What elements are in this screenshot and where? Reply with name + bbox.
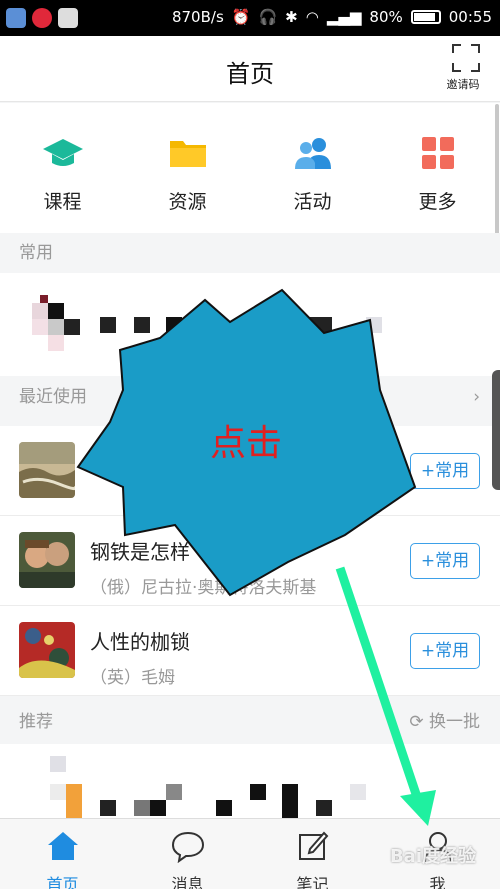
notification-icons — [6, 8, 78, 28]
tab-home[interactable]: 首页 — [0, 819, 125, 889]
graduation-cap-icon — [42, 139, 83, 166]
status-bar: 870B/s ⏰ 🎧 ✱ ◠ ▂▄▆ 80% 00:55 — [0, 0, 500, 36]
invite-code-label: 邀请码 — [446, 78, 480, 91]
quick-nav-label: 活动 — [293, 191, 332, 213]
wifi-icon: ◠ — [305, 8, 319, 26]
edge-handle[interactable] — [492, 370, 500, 490]
pixelated-content — [32, 295, 382, 351]
tab-messages[interactable]: 消息 — [125, 819, 250, 889]
recommend-area[interactable] — [0, 744, 500, 818]
pixelated-content — [50, 756, 366, 818]
network-speed: 870B/s — [171, 8, 224, 26]
list-item[interactable]: 钢铁是怎样 （俄）尼古拉·奥斯特洛夫斯基 +常用 — [0, 516, 500, 606]
book-cover-image — [19, 622, 75, 678]
quick-nav-more[interactable]: 更多 — [375, 103, 500, 233]
home-icon — [47, 832, 78, 860]
people-icon — [294, 138, 331, 169]
shield-app-icon — [6, 8, 26, 28]
quick-nav-resources[interactable]: 资源 — [125, 103, 250, 233]
battery-icon — [410, 10, 441, 24]
section-recommend-header: 推荐 ⟳ 换一批 — [0, 700, 500, 744]
quick-nav-activities[interactable]: 活动 — [250, 103, 375, 233]
refresh-label: 换一批 — [429, 712, 480, 732]
book-cover-image — [19, 532, 75, 588]
headphone-icon: 🎧 — [258, 8, 278, 26]
watermark: Bai度经验 — [389, 846, 476, 867]
book-title: 人性的枷锁 — [90, 630, 190, 654]
tab-notes[interactable]: 笔记 — [250, 819, 375, 889]
section-title: 推荐 — [19, 712, 53, 732]
quick-nav: 课程 资源 活动 更多 — [0, 103, 500, 233]
section-recent-header[interactable]: 最近使用 › — [0, 376, 500, 418]
book-author: （俄）尼古拉·奥斯特洛夫斯基 — [90, 578, 317, 598]
quick-nav-label: 更多 — [418, 191, 457, 213]
folder-icon — [169, 141, 206, 167]
quick-nav-label: 资源 — [168, 191, 207, 213]
qq-app-icon — [58, 8, 78, 28]
section-title: 最近使用 — [19, 387, 87, 407]
add-to-common-button[interactable]: +常用 — [410, 633, 480, 669]
tab-label: 笔记 — [296, 875, 329, 889]
signal-icon: ▂▄▆ — [326, 8, 362, 26]
clock: 00:55 — [448, 8, 492, 26]
weibo-app-icon — [32, 8, 52, 28]
page-title: 首页 — [226, 60, 274, 88]
refresh-button[interactable]: ⟳ 换一批 — [409, 700, 480, 744]
section-title: 常用 — [19, 243, 53, 263]
alarm-icon: ⏰ — [231, 8, 251, 26]
list-item[interactable]: +常用 — [0, 426, 500, 516]
tab-label: 首页 — [46, 875, 79, 889]
app-header: 首页 邀请码 — [0, 36, 500, 102]
quick-nav-label: 课程 — [43, 191, 82, 213]
book-title: 钢铁是怎样 — [90, 540, 190, 564]
refresh-icon: ⟳ — [409, 712, 424, 732]
battery-percent: 80% — [369, 8, 403, 26]
invite-code-button[interactable]: 邀请码 — [446, 44, 486, 92]
book-author: （英）毛姆 — [90, 668, 175, 688]
system-status: 870B/s ⏰ 🎧 ✱ ◠ ▂▄▆ 80% 00:55 — [172, 8, 492, 26]
scan-icon — [452, 44, 480, 72]
grid-icon — [421, 137, 454, 169]
common-apps-area[interactable] — [0, 273, 500, 379]
book-cover-image — [19, 442, 75, 498]
note-edit-icon — [298, 831, 328, 860]
bluetooth-icon: ✱ — [285, 8, 298, 26]
quick-nav-courses[interactable]: 课程 — [0, 103, 125, 233]
add-to-common-button[interactable]: +常用 — [410, 543, 480, 579]
list-item[interactable]: 人性的枷锁 （英）毛姆 +常用 — [0, 606, 500, 696]
tab-label: 我 — [429, 875, 446, 889]
add-to-common-button[interactable]: +常用 — [410, 453, 480, 489]
chevron-right-icon: › — [473, 387, 480, 407]
section-common-header: 常用 — [0, 233, 500, 273]
chat-bubble-icon — [171, 831, 204, 864]
tab-label: 消息 — [171, 875, 204, 889]
